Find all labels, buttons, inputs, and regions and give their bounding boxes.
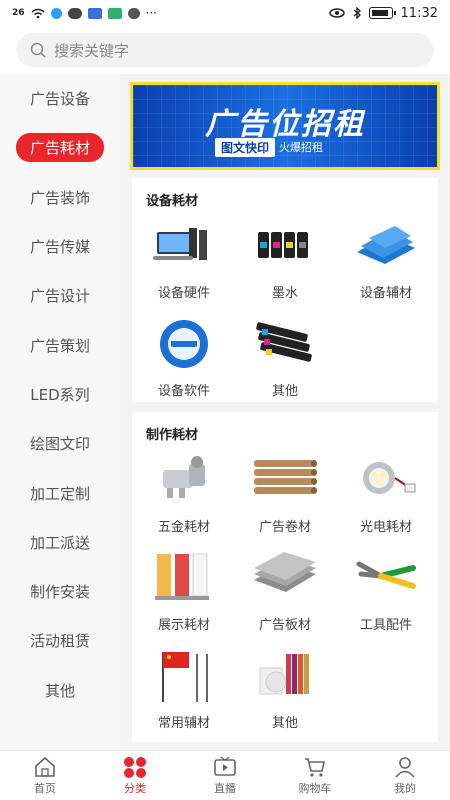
sidebar-item-ad-equipment[interactable]: 广告设备 <box>0 74 120 123</box>
section-equipment-consumables: 设备耗材 设备硬件 墨水 设备辅材 设备软件 其他 <box>132 178 438 402</box>
pliers-icon <box>351 550 421 606</box>
bluetooth-icon <box>353 7 361 19</box>
nav-home[interactable]: 首页 <box>0 751 90 800</box>
sidebar-item-processing-delivery[interactable]: 加工派送 <box>0 518 120 567</box>
sidebar-item-ad-consumables[interactable]: 广告耗材 <box>0 123 120 172</box>
category-item[interactable]: 墨水 <box>235 218 335 301</box>
rollup-banners-icon <box>149 550 219 606</box>
sidebar-item-label: 绘图文印 <box>29 435 90 454</box>
nav-cart[interactable]: 购物车 <box>270 751 360 800</box>
sidebar-item-label: LED系列 <box>30 385 90 404</box>
home-icon <box>35 756 55 777</box>
banner-sub: 火爆招租 <box>279 141 324 154</box>
nav-profile[interactable]: 我的 <box>360 751 450 800</box>
sidebar-item-label: 广告传媒 <box>29 238 90 257</box>
banner-tag: 图文快印 <box>215 137 276 157</box>
nav-label: 首页 <box>34 781 56 795</box>
sidebar-item-installation[interactable]: 制作安装 <box>0 567 120 616</box>
category-item[interactable]: 广告板材 <box>235 550 335 633</box>
category-item[interactable]: 设备辅材 <box>336 218 436 301</box>
message-icon <box>127 7 140 19</box>
sidebar-item-ad-decoration[interactable]: 广告装饰 <box>0 173 120 222</box>
nav-label: 购物车 <box>298 781 332 795</box>
app-icon <box>87 7 102 19</box>
sidebar-item-label: 广告耗材 <box>15 133 104 163</box>
sidebar-item-event-rental[interactable]: 活动租赁 <box>0 616 120 665</box>
nav-label: 我的 <box>394 781 416 795</box>
sidebar-item-led[interactable]: LED系列 <box>0 370 120 419</box>
sidebar-item-other[interactable]: 其他 <box>0 666 120 715</box>
category-item[interactable]: 其他 <box>235 316 335 399</box>
nav-label: 分类 <box>124 781 146 795</box>
search-placeholder: 搜索关键字 <box>54 41 130 60</box>
toner-cartridges-icon <box>250 316 320 372</box>
bottom-nav: 首页 分类 直播 购物车 我的 <box>0 750 450 800</box>
category-item[interactable]: 广告卷材 <box>235 452 335 535</box>
clock: 11:32 <box>400 5 438 21</box>
category-item[interactable]: 其他 <box>235 648 335 731</box>
sidebar-item-label: 广告设计 <box>29 287 90 306</box>
category-item[interactable]: 五金耗材 <box>134 452 234 535</box>
sidebar-item-label: 活动租赁 <box>29 632 90 651</box>
app-icon <box>107 7 122 19</box>
ink-bottles-icon <box>250 218 320 274</box>
qq-icon <box>50 7 62 19</box>
category-icon <box>124 756 146 778</box>
sidebar-item-ad-planning[interactable]: 广告策划 <box>0 320 120 369</box>
user-icon <box>395 756 415 778</box>
gray-boards-icon <box>250 550 320 606</box>
category-item[interactable]: 展示耗材 <box>134 550 234 633</box>
promo-banner[interactable]: 广告位招租 图文快印 火爆招租 <box>130 82 440 170</box>
paper-rolls-icon <box>250 452 320 508</box>
search-input[interactable]: 搜索关键字 <box>16 33 434 67</box>
category-item[interactable]: 常用辅材 <box>134 648 234 731</box>
category-content: 广告位招租 图文快印 火爆招租 设备耗材 设备硬件 墨水 设备辅材 设备软件 其… <box>120 74 450 750</box>
status-bar: 26 ··· 11:32 <box>0 0 450 26</box>
hardware-fitting-icon <box>149 452 219 508</box>
computer-hardware-icon <box>149 218 219 274</box>
category-item[interactable]: 设备硬件 <box>134 218 234 301</box>
ie-software-icon <box>149 316 219 372</box>
section-production-consumables: 制作耗材 五金耗材 广告卷材 光电耗材 展示耗材 广告板材 工具配件 常用辅材 … <box>132 412 438 742</box>
section-title: 设备耗材 <box>146 194 199 209</box>
more-icon: ··· <box>145 6 157 20</box>
live-tv-icon <box>214 755 236 776</box>
category-item[interactable]: 工具配件 <box>336 550 436 633</box>
sidebar-item-label: 其他 <box>44 681 75 700</box>
wechat-icon <box>67 7 82 19</box>
sidebar-item-label: 广告装饰 <box>29 188 90 207</box>
sidebar-item-label: 制作安装 <box>29 583 90 602</box>
sidebar-item-label: 广告设备 <box>29 90 90 109</box>
cart-icon <box>305 757 325 777</box>
category-item[interactable]: 光电耗材 <box>336 452 436 535</box>
sidebar-item-ad-design[interactable]: 广告设计 <box>0 271 120 320</box>
search-icon <box>30 42 46 58</box>
network-type: 26 <box>12 8 25 18</box>
search-bar: 搜索关键字 <box>0 26 450 74</box>
nav-label: 直播 <box>214 781 236 795</box>
nav-category[interactable]: 分类 <box>90 751 180 800</box>
sidebar-item-custom-processing[interactable]: 加工定制 <box>0 468 120 517</box>
battery-icon <box>368 7 396 19</box>
eye-icon <box>328 8 345 18</box>
nav-live[interactable]: 直播 <box>180 751 270 800</box>
sidebar-item-label: 加工定制 <box>29 484 90 503</box>
sidebar-item-printing[interactable]: 绘图文印 <box>0 419 120 468</box>
led-light-icon <box>351 452 421 508</box>
category-item[interactable]: 设备软件 <box>134 316 234 399</box>
wifi-icon <box>31 8 45 18</box>
misc-materials-icon <box>250 648 320 704</box>
section-title: 制作耗材 <box>146 428 199 443</box>
flag-poles-icon <box>149 648 219 704</box>
sidebar-item-ad-media[interactable]: 广告传媒 <box>0 222 120 271</box>
category-sidebar: 广告设备 广告耗材 广告装饰 广告传媒 广告设计 广告策划 LED系列 绘图文印… <box>0 74 120 750</box>
blue-boards-icon <box>351 218 421 274</box>
sidebar-item-label: 广告策划 <box>29 336 90 355</box>
sidebar-item-label: 加工派送 <box>29 533 90 552</box>
